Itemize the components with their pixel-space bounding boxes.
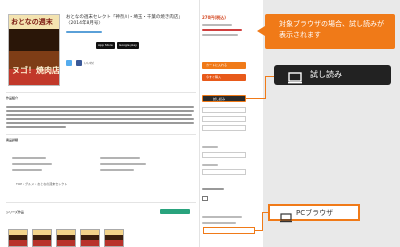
annotation-callout-text: 対象ブラウザの場合、試し読みが 表示されます (279, 20, 384, 39)
pc-browser-label: PCブラウザ (296, 209, 334, 217)
annotation-callout: 対象ブラウザの場合、試し読みが 表示されます (257, 14, 395, 49)
cover-headline: ヌゴ！焼肉店 (12, 65, 60, 75)
google-play-button[interactable]: Google play (117, 42, 139, 49)
breadcrumb: TOP › グルメ › おとなの週末セレクト (16, 182, 68, 186)
price: 270円(税込) (202, 15, 227, 20)
breadcrumb-top[interactable]: TOP (16, 182, 22, 186)
series-thumb[interactable] (56, 229, 76, 247)
twitter-icon[interactable] (66, 60, 72, 66)
sidebar-option-button[interactable] (202, 107, 246, 113)
breadcrumb-series[interactable]: おとなの週末セレクト (37, 182, 67, 186)
series-heading: シリーズ作品 (6, 210, 24, 214)
trial-read-label: 試し読み (310, 70, 342, 79)
sidebar-select[interactable] (202, 152, 246, 158)
book-title: おとなの週末セレクト「神奈川・埼玉・千葉の焼き肉店」〈2014年8月号〉 (66, 15, 183, 26)
book-cover: おとなの週末 ヌゴ！焼肉店 (8, 14, 60, 86)
like-label[interactable]: いいね！ (84, 61, 96, 65)
store-page: おとなの週末 ヌゴ！焼肉店 おとなの週末セレクト「神奈川・埼玉・千葉の焼き肉店」… (0, 0, 263, 247)
sidebar-option-button[interactable] (202, 125, 246, 131)
pc-browser-row-highlight[interactable] (203, 227, 255, 234)
sidebar-select[interactable] (202, 169, 246, 175)
series-thumb[interactable] (8, 229, 28, 247)
detail-heading: 商品詳細 (6, 138, 19, 142)
buy-now-button[interactable]: 今すぐ購入 (202, 74, 246, 81)
purchase-sidebar (199, 0, 259, 247)
monitor-icon-small (202, 196, 208, 201)
pc-browser-box: PCブラウザ (268, 204, 360, 223)
trial-read-button-small[interactable]: 試し読み (202, 95, 246, 102)
facebook-icon[interactable] (76, 60, 82, 66)
app-store-button[interactable]: App Store (96, 42, 115, 49)
series-thumb[interactable] (104, 229, 124, 247)
monitor-icon (280, 208, 292, 227)
series-follow-button[interactable] (160, 209, 190, 214)
series-thumb[interactable] (80, 229, 100, 247)
add-to-cart-button[interactable]: カートに入れる (202, 62, 246, 69)
cover-title: おとなの週末 (11, 17, 53, 26)
description-heading: 作品紹介 (6, 96, 19, 100)
sidebar-option-button[interactable] (202, 116, 246, 122)
monitor-icon (288, 69, 302, 88)
series-thumb[interactable] (32, 229, 52, 247)
trial-read-button[interactable]: 試し読み (274, 65, 391, 85)
breadcrumb-gourmet[interactable]: グルメ (25, 182, 34, 186)
